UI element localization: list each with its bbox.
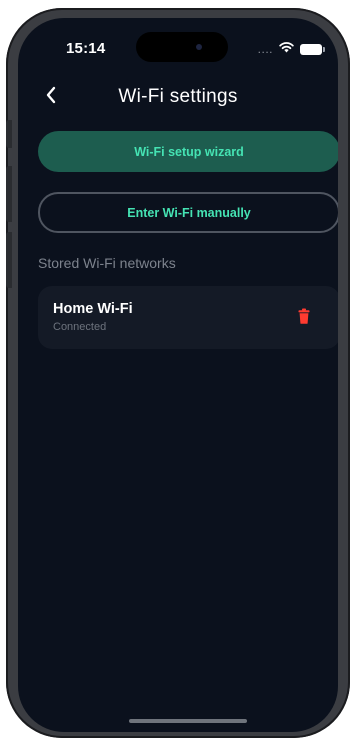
network-name: Home Wi-Fi (53, 301, 133, 317)
app-screen: 15:14 .... Wi-Fi settings Wi-Fi setup wi… (18, 18, 338, 732)
volume-up-button (6, 166, 12, 222)
status-time: 15:14 (66, 40, 106, 57)
page-title: Wi-Fi settings (118, 86, 238, 107)
signal-icon: .... (257, 42, 273, 56)
battery-icon (300, 43, 325, 55)
home-indicator[interactable] (129, 719, 247, 723)
wifi-setup-wizard-button[interactable]: Wi-Fi setup wizard (38, 131, 338, 172)
enter-wifi-manually-button[interactable]: Enter Wi-Fi manually (38, 192, 338, 233)
silent-switch (6, 120, 12, 148)
volume-down-button (6, 232, 12, 288)
trash-icon (298, 308, 310, 329)
wifi-icon (279, 40, 294, 58)
stored-networks-heading: Stored Wi-Fi networks (38, 255, 176, 271)
navigation-bar: Wi-Fi settings (18, 80, 338, 116)
status-bar: 15:14 .... (18, 18, 338, 76)
camera-dot (196, 44, 202, 50)
network-list-item[interactable]: Home Wi-Fi Connected (38, 286, 338, 349)
dynamic-island (136, 32, 228, 62)
status-icons: .... (257, 40, 325, 58)
delete-network-button[interactable] (294, 307, 314, 329)
network-status: Connected (53, 321, 107, 333)
